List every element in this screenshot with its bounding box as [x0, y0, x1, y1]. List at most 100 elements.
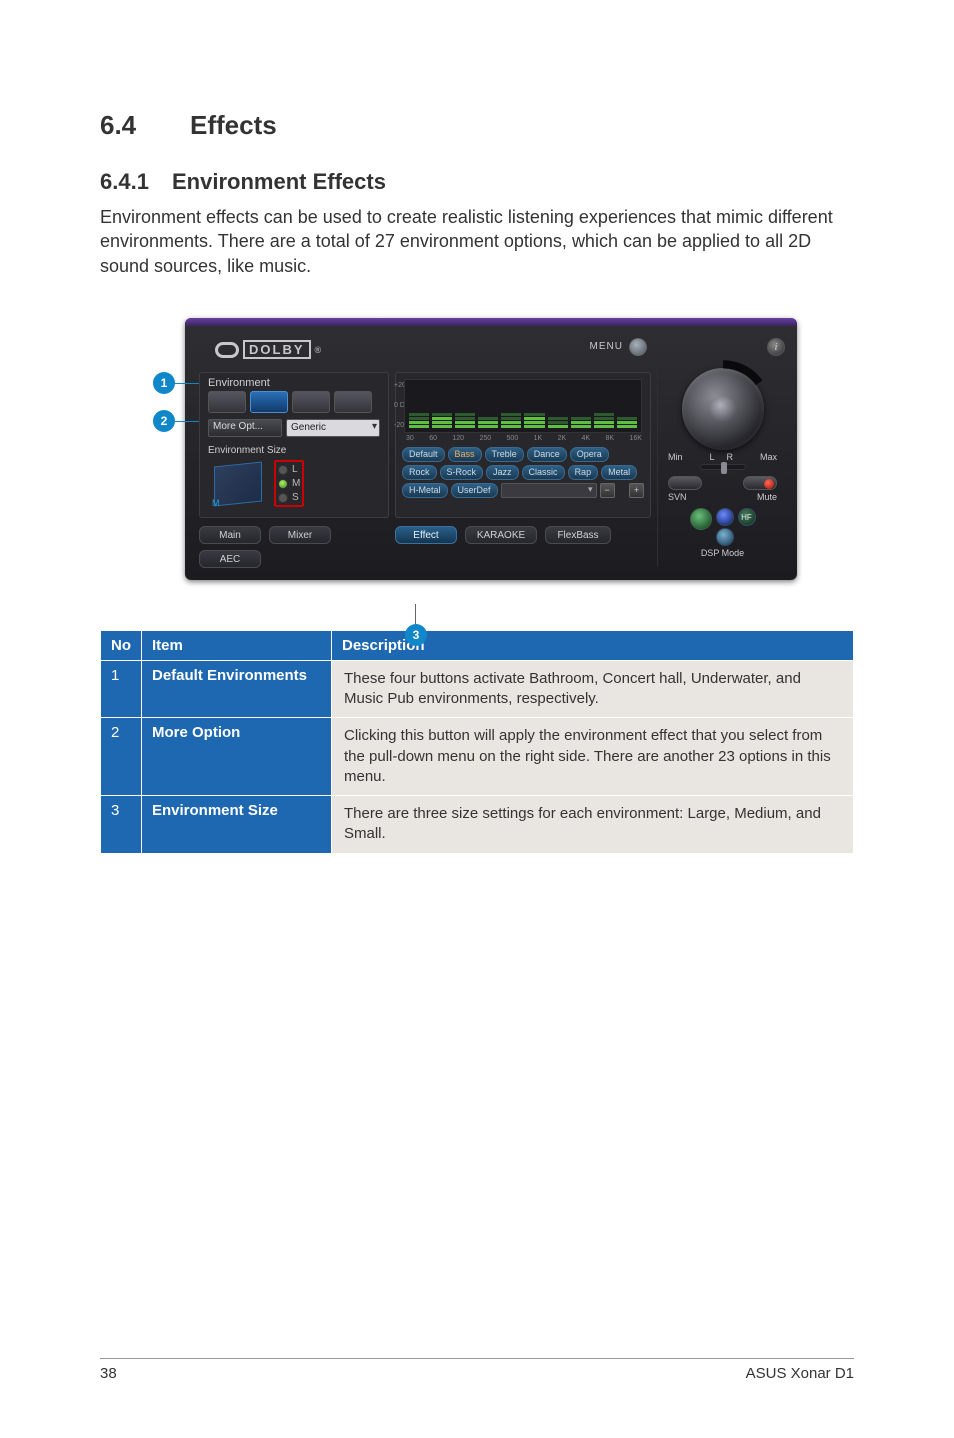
preset-dance[interactable]: Dance: [527, 447, 567, 462]
environment-size-graphic: M: [208, 458, 268, 510]
equalizer-panel: +20 DB 0 DB -20 DB: [395, 372, 651, 518]
eq-xlabel: 60: [429, 435, 437, 442]
volume-knob[interactable]: [682, 368, 764, 450]
product-name: ASUS Xonar D1: [746, 1365, 854, 1382]
size-small-label: S: [292, 492, 299, 503]
subsection-heading: 6.4.1Environment Effects: [100, 169, 854, 195]
preset-userdef[interactable]: UserDef: [451, 483, 498, 498]
dolby-dd-icon: [215, 342, 239, 358]
dsp-orb-main[interactable]: [690, 508, 712, 530]
row-item: Default Environments: [142, 660, 332, 718]
menu-area[interactable]: MENU: [590, 338, 647, 356]
environment-size-title: Environment Size: [200, 443, 388, 458]
eq-graph[interactable]: [404, 379, 642, 433]
th-item: Item: [142, 630, 332, 660]
more-option-row: More Opt... Generic: [200, 419, 388, 443]
eq-xlabel: 4K: [582, 435, 591, 442]
environment-size-body: M L M S: [200, 458, 388, 510]
tab-main[interactable]: Main: [199, 526, 261, 544]
env-preset-concert[interactable]: [250, 391, 288, 413]
eq-xlabel: 16K: [629, 435, 641, 442]
section-heading: 6.4Effects: [100, 110, 854, 141]
size-medium-label: M: [292, 478, 300, 489]
mute-toggle[interactable]: [743, 476, 777, 490]
subsection-number: 6.4.1: [100, 169, 172, 195]
page-number: 38: [100, 1365, 117, 1382]
dsp-orb-hf[interactable]: HF: [738, 508, 756, 526]
th-no: No: [101, 630, 142, 660]
preset-metal[interactable]: Metal: [601, 465, 637, 480]
row-desc: Clicking this button will apply the envi…: [332, 718, 854, 796]
preset-srock[interactable]: S-Rock: [440, 465, 484, 480]
subsection-title-text: Environment Effects: [172, 169, 386, 194]
aec-row: AEC: [199, 550, 261, 568]
environment-title: Environment: [200, 373, 388, 391]
preset-remove-button[interactable]: −: [600, 483, 615, 498]
dsp-mode-area: HF: [690, 508, 756, 546]
description-table: No Item Description 1 Default Environmen…: [100, 630, 854, 854]
window-top-strip: [185, 318, 797, 326]
environment-size-buttons: L M S: [274, 460, 304, 507]
env-preset-underwater[interactable]: [292, 391, 330, 413]
tab-aec[interactable]: AEC: [199, 550, 261, 568]
environment-panel: Environment More Opt... Generic Environm…: [199, 372, 389, 518]
size-medium[interactable]: M: [278, 478, 300, 489]
toggle-labels: SVN Mute: [658, 492, 787, 502]
preset-rock[interactable]: Rock: [402, 465, 437, 480]
env-preset-bathroom[interactable]: [208, 391, 246, 413]
row-item: More Option: [142, 718, 332, 796]
preset-add-button[interactable]: +: [629, 483, 644, 498]
menu-label: MENU: [590, 341, 623, 352]
brand-bar: DOLBY®: [215, 336, 637, 364]
eq-xlabel: 8K: [605, 435, 614, 442]
preset-treble[interactable]: Treble: [485, 447, 524, 462]
more-option-button[interactable]: More Opt...: [208, 419, 282, 437]
size-large[interactable]: L: [278, 464, 300, 475]
environment-select-value: Generic: [291, 422, 326, 433]
row-desc: These four buttons activate Bathroom, Co…: [332, 660, 854, 718]
preset-classic[interactable]: Classic: [522, 465, 565, 480]
tab-flexbass[interactable]: FlexBass: [545, 526, 611, 544]
screenshot-figure: 1 2 DOLBY® MENU i Environment: [157, 318, 797, 580]
dolby-logo: DOLBY®: [215, 340, 322, 359]
preset-default[interactable]: Default: [402, 447, 445, 462]
preset-bass[interactable]: Bass: [448, 447, 482, 462]
size-axis-label: M: [212, 498, 220, 508]
svn-toggle[interactable]: [668, 476, 702, 490]
dsp-orb-3[interactable]: [716, 528, 734, 546]
tabs-right: Effect KARAOKE FlexBass: [395, 526, 611, 544]
environment-select[interactable]: Generic: [286, 419, 380, 437]
volume-min-label: Min: [668, 452, 683, 462]
toggle-row: [658, 476, 787, 490]
mute-label: Mute: [757, 492, 777, 502]
callout-badge-2: 2: [153, 410, 175, 432]
preset-jazz[interactable]: Jazz: [486, 465, 519, 480]
row-no: 1: [101, 660, 142, 718]
menu-button[interactable]: [629, 338, 647, 356]
table-row: 2 More Option Clicking this button will …: [101, 718, 854, 796]
row-desc: There are three size settings for each e…: [332, 796, 854, 854]
size-small[interactable]: S: [278, 492, 300, 503]
volume-max-label: Max: [760, 452, 777, 462]
intro-paragraph: Environment effects can be used to creat…: [100, 205, 854, 278]
dsp-orb-2[interactable]: [716, 508, 734, 526]
env-preset-musicpub[interactable]: [334, 391, 372, 413]
row-item: Environment Size: [142, 796, 332, 854]
svn-label: SVN: [668, 492, 687, 502]
size-large-label: L: [292, 464, 298, 475]
eq-xlabel: 120: [452, 435, 464, 442]
preset-rap[interactable]: Rap: [568, 465, 599, 480]
section-number: 6.4: [100, 110, 190, 141]
tab-effect[interactable]: Effect: [395, 526, 457, 544]
preset-hmetal[interactable]: H-Metal: [402, 483, 448, 498]
table-row: 3 Environment Size There are three size …: [101, 796, 854, 854]
eq-preset-row: Default Bass Treble Dance Opera Rock S-R…: [402, 447, 644, 498]
userdef-select[interactable]: [501, 483, 597, 498]
preset-opera[interactable]: Opera: [570, 447, 609, 462]
tab-mixer[interactable]: Mixer: [269, 526, 331, 544]
dolby-text: DOLBY: [243, 340, 311, 359]
balance-slider[interactable]: [700, 464, 746, 470]
app-window: DOLBY® MENU i Environment More Opt...: [185, 318, 797, 580]
info-button[interactable]: i: [767, 338, 785, 356]
tab-karaoke[interactable]: KARAOKE: [465, 526, 537, 544]
